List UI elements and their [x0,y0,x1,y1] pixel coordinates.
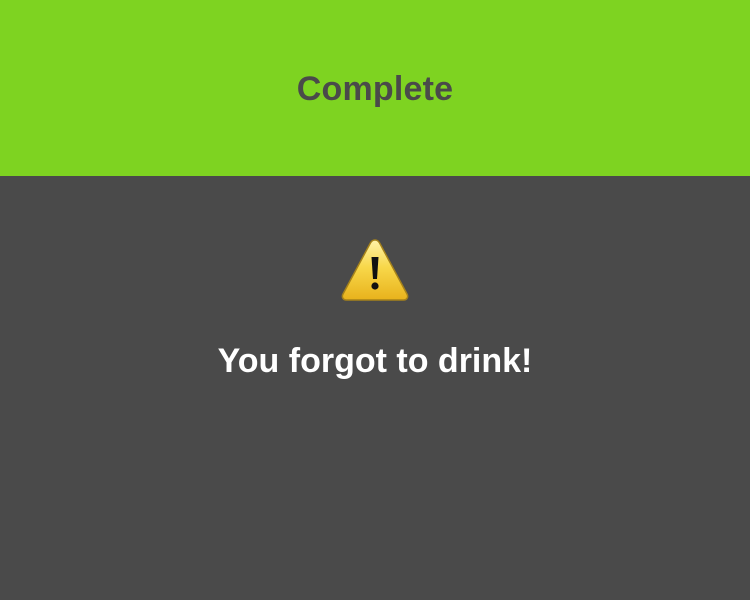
page-title: Complete [296,69,454,108]
header-bar: Complete [0,0,750,176]
main-content: You forgot to drink! [0,176,750,600]
warning-message: You forgot to drink! [217,342,533,380]
warning-icon [341,239,409,301]
